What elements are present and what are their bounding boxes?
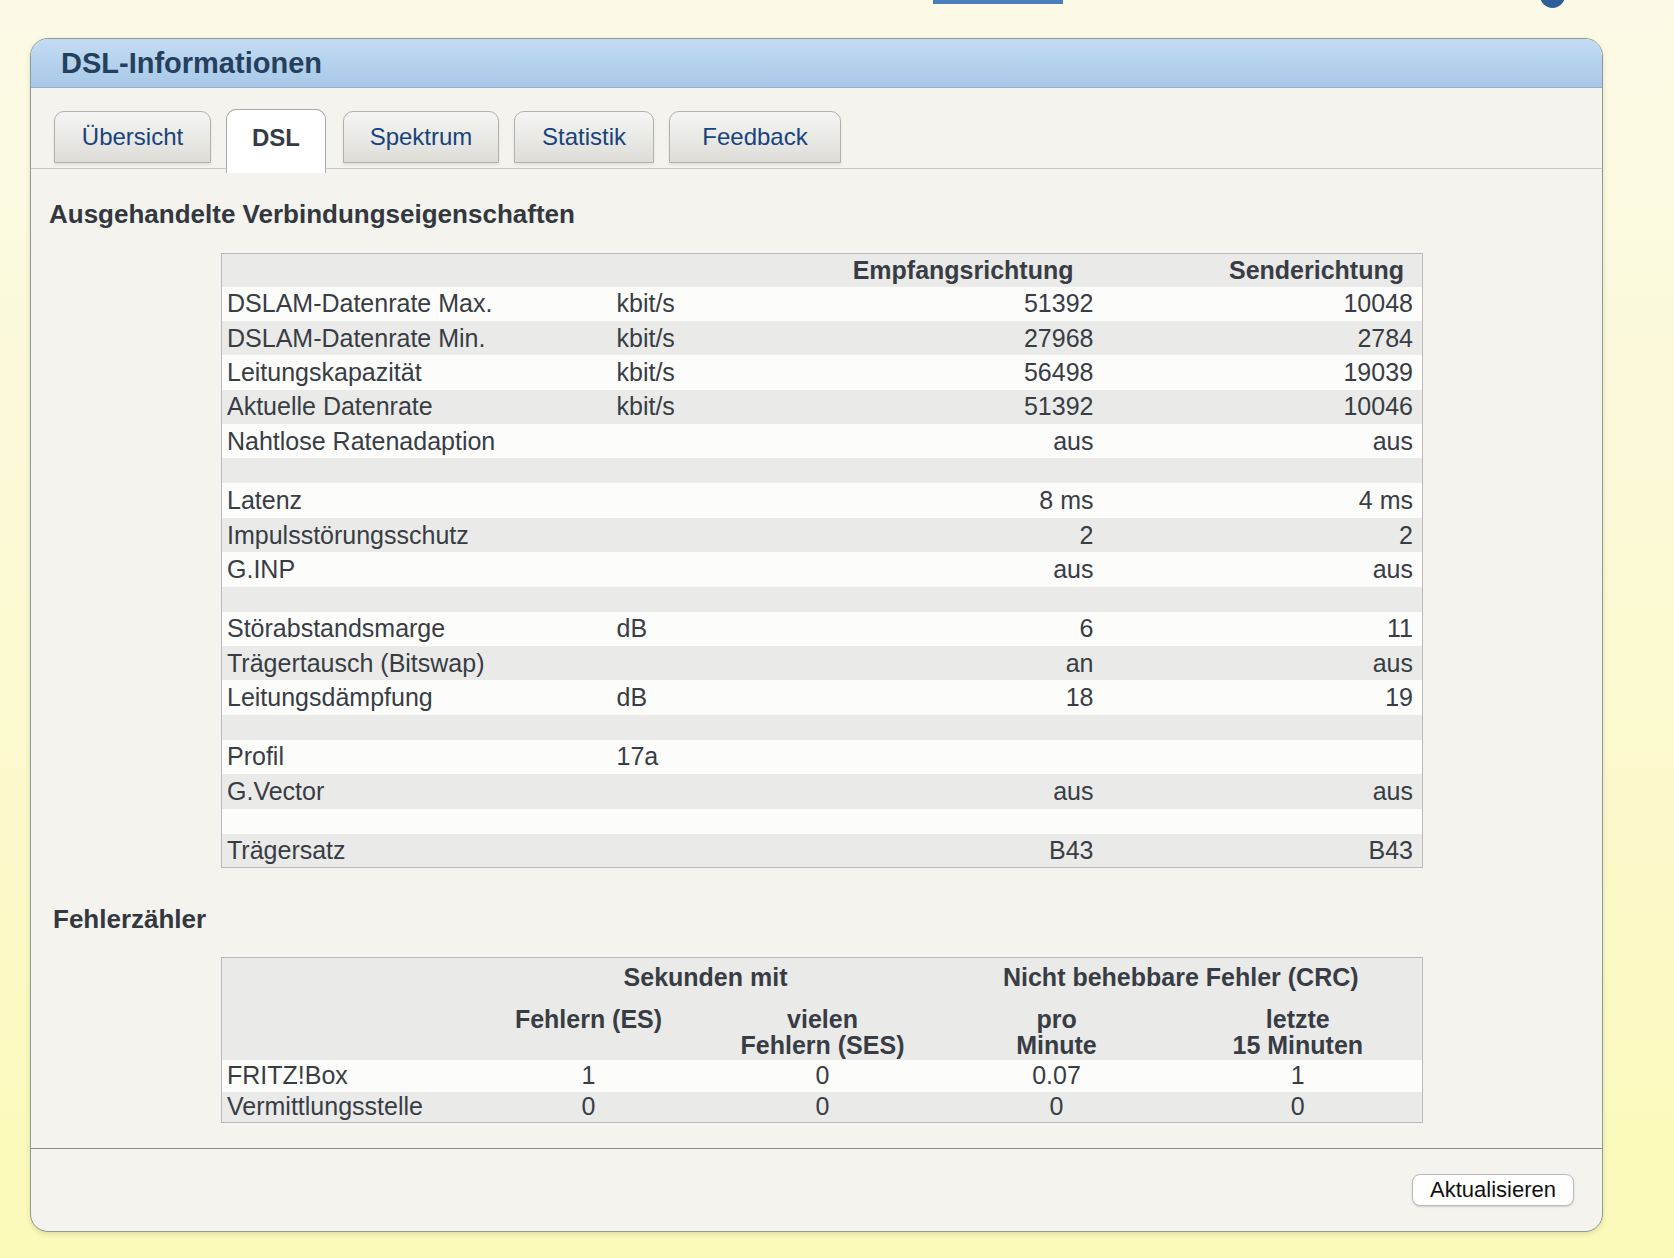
connection-row: Latenz8 ms4 ms xyxy=(222,483,1423,517)
connection-row: TrägersatzB43B43 xyxy=(222,834,1423,868)
connection-row: LeitungsdämpfungdB1819 xyxy=(222,680,1423,714)
connection-properties-table: Empfangsrichtung Senderichtung DSLAM-Dat… xyxy=(221,253,1423,868)
tab-dsl[interactable]: DSL xyxy=(226,109,326,173)
error-counter-table: Sekunden mit Nicht behebbare Fehler (CRC… xyxy=(221,957,1423,1123)
tab-bar: Übersicht DSL Spektrum Statistik Feedback xyxy=(31,109,1602,213)
spacer-row xyxy=(222,715,1423,740)
group-header-seconds: Sekunden mit xyxy=(472,958,940,997)
connection-row: Aktuelle Datenratekbit/s5139210046 xyxy=(222,390,1423,424)
column-header-per-minute: proMinute xyxy=(940,997,1174,1060)
connection-row: Impulsstörungsschutz22 xyxy=(222,518,1423,552)
error-row: Vermittlungsstelle0000 xyxy=(222,1092,1423,1123)
connection-row: Profil17a xyxy=(222,740,1423,774)
footer-separator xyxy=(31,1148,1602,1149)
tab-spektrum[interactable]: Spektrum xyxy=(343,111,499,163)
window-title-bar: DSL-Informationen xyxy=(31,39,1602,88)
refresh-button[interactable]: Aktualisieren xyxy=(1412,1174,1574,1206)
spacer-row xyxy=(222,809,1423,834)
connection-row: StörabstandsmargedB611 xyxy=(222,612,1423,646)
cropped-help-icon[interactable] xyxy=(1540,0,1565,8)
connection-row: Leitungskapazitätkbit/s5649819039 xyxy=(222,355,1423,389)
connection-row: DSLAM-Datenrate Min.kbit/s279682784 xyxy=(222,321,1423,355)
page-title: DSL-Informationen xyxy=(61,47,322,80)
connection-row: G.INPausaus xyxy=(222,552,1423,586)
group-header-crc: Nicht behebbare Fehler (CRC) xyxy=(940,958,1423,997)
connection-row: Trägertausch (Bitswap)anaus xyxy=(222,646,1423,680)
section-heading-errors: Fehlerzähler xyxy=(53,904,206,935)
dsl-information-window: DSL-Informationen Übersicht DSL Spektrum St… xyxy=(30,38,1603,1232)
tab-feedback[interactable]: Feedback xyxy=(669,111,841,163)
tab-statistik[interactable]: Statistik xyxy=(514,111,654,163)
cropped-top-button[interactable] xyxy=(933,0,1063,4)
tab-bersicht[interactable]: Übersicht xyxy=(54,111,211,163)
connection-row: DSLAM-Datenrate Max.kbit/s5139210048 xyxy=(222,287,1423,321)
error-row: FRITZ!Box100.071 xyxy=(222,1060,1423,1092)
spacer-row xyxy=(222,458,1423,483)
column-header-send: Senderichtung xyxy=(1103,254,1423,287)
spacer-row xyxy=(222,587,1423,612)
connection-row: G.Vectorausaus xyxy=(222,774,1423,808)
column-header-last-15: letzte15 Minuten xyxy=(1174,997,1423,1060)
connection-row: Nahtlose Ratenadaptionausaus xyxy=(222,424,1423,458)
column-header-receive: Empfangsrichtung xyxy=(852,254,1103,287)
column-header-ses: vielenFehlern (SES) xyxy=(706,997,940,1060)
column-header-es: Fehlern (ES) xyxy=(472,997,706,1060)
